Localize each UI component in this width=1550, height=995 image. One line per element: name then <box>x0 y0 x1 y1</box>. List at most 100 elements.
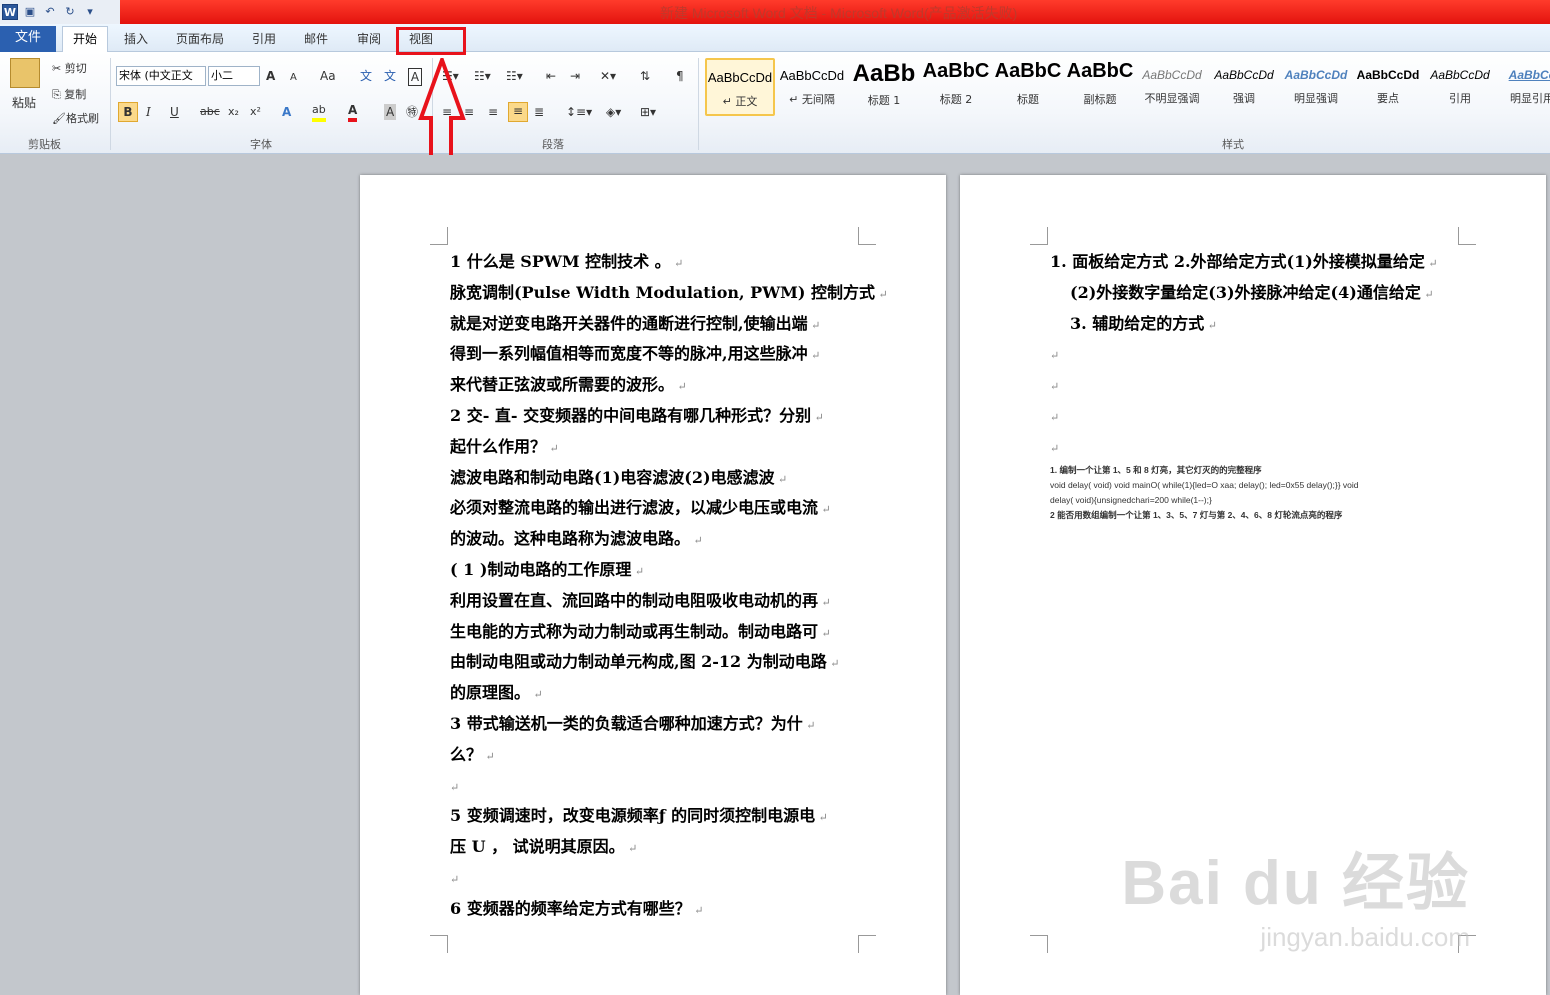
style-item[interactable]: AaBbCcDd ↵ 无间隔 <box>777 58 847 116</box>
style-item[interactable]: AaBbC 副标题 <box>1065 58 1135 116</box>
paragraph-line[interactable]: 6 变频器的频率给定方式有哪些？ ↵ <box>450 894 870 925</box>
paragraph-line[interactable]: (2)外接数字量给定(3)外接脉冲给定(4)通信给定 ↵ <box>1050 278 1470 309</box>
paragraph-line[interactable]: 来代替正弦波或所需要的波形。 ↵ <box>450 370 870 401</box>
paragraph-line[interactable]: 2 交- 直- 交变频器的中间电路有哪几种形式？分别 ↵ <box>450 401 870 432</box>
cut-button[interactable]: ✂ 剪切 <box>52 60 87 76</box>
code-line[interactable]: delay( void){unsignedchari=200 while(1--… <box>1050 493 1470 508</box>
code-line[interactable]: 2 能否用数组编制一个让第 1、3、5、7 灯与第 2、4、6、8 灯轮流点亮的… <box>1050 508 1470 523</box>
copy-button[interactable]: ⎘ 复制 <box>52 86 86 102</box>
paragraph-mark-icon: ↵ <box>1050 410 1060 424</box>
code-line[interactable]: 1. 编制一个让第 1、5 和 8 灯亮，其它灯灭的的完整程序 <box>1050 463 1470 478</box>
page-2-small-text[interactable]: 1. 编制一个让第 1、5 和 8 灯亮，其它灯灭的的完整程序 void dela… <box>1050 463 1470 523</box>
paragraph-line[interactable]: ↵ <box>450 771 870 802</box>
paragraph-line[interactable]: 压 U ， 试说明其原因。 ↵ <box>450 832 870 863</box>
paragraph-line[interactable]: ↵ <box>1050 339 1470 370</box>
style-item[interactable]: AaBb 标题 1 <box>849 58 919 116</box>
paragraph-line[interactable]: 5 变频调速时，改变电源频率ƒ 的同时须控制电源电 ↵ <box>450 801 870 832</box>
paragraph-line[interactable]: 3. 辅助给定的方式 ↵ <box>1050 309 1470 340</box>
paragraph-mark-icon: ↵ <box>1420 287 1434 301</box>
customize-qat-icon[interactable]: ▾ <box>82 4 98 20</box>
redo-icon[interactable]: ↻ <box>62 4 78 20</box>
strikethrough-button[interactable]: abc <box>200 104 220 120</box>
paragraph-line[interactable]: 么？ ↵ <box>450 740 870 771</box>
style-item[interactable]: AaBbCcDd ↵ 正文 <box>705 58 775 116</box>
borders-icon[interactable]: ⊞▾ <box>640 104 656 120</box>
increase-indent-icon[interactable]: ⇥ <box>570 68 580 84</box>
paragraph-line[interactable]: ( 1 )制动电路的工作原理 ↵ <box>450 555 870 586</box>
paragraph-line[interactable]: 得到一系列幅值相等而宽度不等的脉冲,用这些脉冲 ↵ <box>450 339 870 370</box>
paragraph-line[interactable]: 利用设置在直、流回路中的制动电阻吸收电动机的再 ↵ <box>450 586 870 617</box>
style-item[interactable]: AaBbCcDd 要点 <box>1353 58 1423 116</box>
style-item[interactable]: AaBbCc 明显引用 <box>1497 58 1550 116</box>
char-shading-icon[interactable]: A <box>384 104 397 120</box>
style-item[interactable]: AaBbC 标题 2 <box>921 58 991 116</box>
shading-icon[interactable]: ◈▾ <box>606 104 621 120</box>
style-item[interactable]: AaBbC 标题 <box>993 58 1063 116</box>
subscript-button[interactable]: x₂ <box>228 104 239 120</box>
style-item[interactable]: AaBbCcDd 明显强调 <box>1281 58 1351 116</box>
style-item[interactable]: AaBbCcDd 不明显强调 <box>1137 58 1207 116</box>
undo-icon[interactable]: ↶ <box>42 4 58 20</box>
justify-icon[interactable]: ≡ <box>508 102 528 122</box>
multilevel-list-icon[interactable]: ☷▾ <box>506 68 523 84</box>
paragraph-line[interactable]: 脉宽调制(Pulse Width Modulation, PWM) 控制方式 ↵ <box>450 278 888 309</box>
superscript-button[interactable]: x² <box>250 104 261 120</box>
numbering-icon[interactable]: ☷▾ <box>474 68 491 84</box>
chinese-layout-icon[interactable]: ✕▾ <box>600 68 616 84</box>
paragraph-line[interactable]: 的原理图。 ↵ <box>450 678 870 709</box>
tab-mailings[interactable]: 邮件 <box>304 30 328 47</box>
paragraph-text: (2)外接数字量给定(3)外接脉冲给定(4)通信给定 <box>1070 282 1421 302</box>
show-marks-icon[interactable]: ¶ <box>676 68 684 84</box>
save-icon[interactable]: ▣ <box>22 4 38 20</box>
paragraph-line[interactable]: 起什么作用？ ↵ <box>450 432 870 463</box>
underline-button[interactable]: U <box>170 104 179 120</box>
clipboard-group-label: 剪贴板 <box>28 138 61 151</box>
page-2-text[interactable]: 1. 面板给定方式 2.外部给定方式(1)外接模拟量给定 ↵ (2)外接数字量给定… <box>1050 247 1470 463</box>
format-painter-button[interactable]: 🖌格式刷 <box>52 110 99 126</box>
code-line[interactable]: void delay( void) void mainO( while(1){l… <box>1050 478 1470 493</box>
change-case-icon[interactable]: Aa <box>320 68 336 84</box>
tab-insert[interactable]: 插入 <box>124 30 148 47</box>
tab-review[interactable]: 审阅 <box>357 30 381 47</box>
paragraph-line[interactable]: 滤波电路和制动电路(1)电容滤波(2)电感滤波 ↵ <box>450 463 870 494</box>
tab-references[interactable]: 引用 <box>252 30 276 47</box>
shrink-font-icon[interactable]: A <box>290 70 297 86</box>
line-spacing-icon[interactable]: ↕≡▾ <box>566 104 592 120</box>
sort-icon[interactable]: ⇅ <box>640 68 650 84</box>
word-logo-icon[interactable]: W <box>2 4 18 20</box>
paste-icon[interactable] <box>10 58 40 88</box>
tab-home[interactable]: 开始 <box>62 26 108 53</box>
bold-button[interactable]: B <box>118 102 138 122</box>
style-item[interactable]: AaBbCcDd 强调 <box>1209 58 1279 116</box>
char-spacing-icon[interactable]: 文 <box>384 68 396 84</box>
paragraph-line[interactable]: 必须对整流电路的输出进行滤波，以减少电压或电流 ↵ <box>450 493 870 524</box>
italic-button[interactable]: I <box>146 104 151 120</box>
phonetic-guide-icon[interactable]: 文 <box>360 68 372 84</box>
paragraph-line[interactable]: ↵ <box>1050 370 1470 401</box>
tab-page-layout[interactable]: 页面布局 <box>176 30 224 47</box>
font-color-icon[interactable]: A <box>348 102 358 122</box>
align-right-icon[interactable]: ≡ <box>488 104 498 120</box>
tab-file[interactable]: 文件 <box>0 26 56 52</box>
paragraph-line[interactable]: 3 带式输送机一类的负载适合哪种加速方式？为什 ↵ <box>450 709 870 740</box>
page-1-text[interactable]: 1 什么是 SPWM 控制技术 。 ↵ 脉宽调制(Pulse Width Modu… <box>450 247 888 925</box>
paragraph-line[interactable]: 由制动电阻或动力制动单元构成,图 2-12 为制动电路 ↵ <box>450 647 870 678</box>
grow-font-icon[interactable]: A <box>266 68 275 84</box>
paragraph-line[interactable]: 生电能的方式称为动力制动或再生制动。制动电路可 ↵ <box>450 617 870 648</box>
font-name-combo[interactable]: 宋体 (中文正文 <box>116 66 206 86</box>
highlight-icon[interactable]: ab <box>312 102 326 122</box>
text-effects-icon[interactable]: A <box>282 104 291 120</box>
decrease-indent-icon[interactable]: ⇤ <box>546 68 556 84</box>
paragraph-line[interactable]: 1 什么是 SPWM 控制技术 。 ↵ <box>450 247 870 278</box>
paragraph-line[interactable]: ↵ <box>450 863 870 894</box>
document-page-1[interactable]: 1 什么是 SPWM 控制技术 。 ↵ 脉宽调制(Pulse Width Modu… <box>360 175 946 995</box>
distributed-icon[interactable]: ≣ <box>534 104 544 120</box>
paragraph-line[interactable]: ↵ <box>1050 401 1470 432</box>
paste-button[interactable]: 粘贴 <box>12 94 36 111</box>
style-item[interactable]: AaBbCcDd 引用 <box>1425 58 1495 116</box>
paragraph-line[interactable]: 1. 面板给定方式 2.外部给定方式(1)外接模拟量给定 ↵ <box>1050 247 1470 278</box>
font-size-combo[interactable]: 小二 <box>208 66 260 86</box>
paragraph-line[interactable]: 就是对逆变电路开关器件的通断进行控制,使输出端 ↵ <box>450 309 870 340</box>
paragraph-line[interactable]: 的波动。这种电路称为滤波电路。 ↵ <box>450 524 870 555</box>
paragraph-line[interactable]: ↵ <box>1050 432 1470 463</box>
